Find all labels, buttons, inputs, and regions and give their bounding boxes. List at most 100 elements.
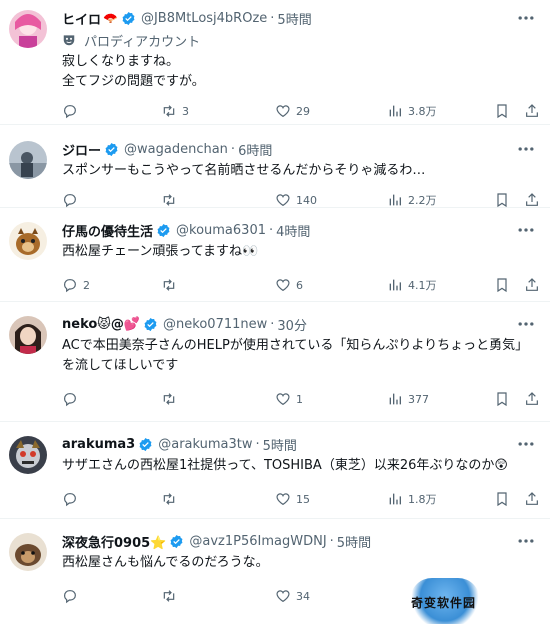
share-button[interactable] (524, 277, 540, 293)
avatar[interactable] (9, 436, 47, 474)
reply-icon (64, 194, 76, 208)
retweet-button[interactable] (161, 277, 182, 293)
display-name[interactable]: arakuma3 (62, 437, 135, 452)
reply-button[interactable]: 2 (62, 277, 90, 293)
views-button[interactable]: 3.8万 (387, 103, 437, 119)
display-name[interactable]: 深夜急行0905⭐ (62, 532, 166, 551)
tweet[interactable]: arakuma3 @arakuma3tw · 5時間 サザエさんの西松屋1社提供… (0, 422, 550, 519)
retweet-count: 3 (182, 104, 189, 118)
views-button[interactable]: 377 (387, 391, 429, 407)
timestamp[interactable]: 30分 (277, 315, 307, 334)
bookmark-icon (497, 392, 507, 407)
share-button[interactable] (524, 103, 540, 119)
like-button[interactable]: 1 (275, 391, 303, 407)
view-count: 1.8万 (408, 493, 437, 506)
views-button[interactable]: 1.8万 (387, 491, 437, 507)
reply-icon (64, 105, 76, 119)
handle[interactable]: @neko0711new (163, 317, 267, 332)
share-icon (526, 492, 538, 505)
tweet-header: ジロー @wagadenchan · 6時間 (62, 139, 534, 159)
separator-dot: · (329, 533, 334, 549)
like-count: 1 (296, 392, 303, 406)
reply-button[interactable] (62, 192, 83, 208)
bookmark-button[interactable] (494, 491, 510, 507)
more-dots-icon[interactable] (516, 531, 536, 551)
views-chart-icon (389, 279, 401, 291)
reply-button[interactable] (62, 391, 83, 407)
verified-badge-icon (169, 534, 184, 549)
tweet[interactable]: ジロー @wagadenchan · 6時間 スポンサーもこうやって名前晒させる… (0, 125, 550, 208)
like-count: 15 (296, 492, 310, 506)
views-chart-icon (389, 493, 401, 505)
like-button[interactable]: 29 (275, 103, 310, 119)
like-button[interactable]: 15 (275, 491, 310, 507)
more-dots-icon[interactable] (516, 8, 536, 28)
share-button[interactable] (524, 192, 540, 208)
handle[interactable]: @JB8MtLosj4bROze (141, 11, 267, 26)
tweet-header: arakuma3 @arakuma3tw · 5時間 (62, 434, 534, 454)
heart-icon (276, 493, 290, 506)
tweet-header: 深夜急行0905⭐ @avz1P56ImagWDNJ · 5時間 (62, 531, 534, 551)
tweet-actions: 1 377 (62, 384, 538, 418)
tweet[interactable]: 仔馬の優待生活 @kouma6301 · 4時間 西松屋チェーン頑張ってますね👀… (0, 208, 550, 302)
bookmark-button[interactable] (494, 192, 510, 208)
retweet-button[interactable] (161, 192, 182, 208)
like-button[interactable]: 6 (275, 277, 303, 293)
share-button[interactable] (524, 491, 540, 507)
like-button[interactable]: 34 (275, 588, 310, 604)
display-name[interactable]: ジロー (62, 140, 101, 159)
tweet-text: 西松屋さんも悩んでるのだろうな。 (62, 555, 269, 570)
timestamp[interactable]: 6時間 (238, 140, 272, 159)
more-dots-icon[interactable] (516, 434, 536, 454)
display-name[interactable]: neko😾@💕 (62, 317, 140, 332)
tweet-text: サザエさんの西松屋1社提供って、TOSHIBA（東芝）以来26年ぶりなのか😲 (62, 458, 508, 473)
bookmark-button[interactable] (494, 391, 510, 407)
handle[interactable]: @avz1P56ImagWDNJ (189, 534, 326, 549)
display-name[interactable]: ヒイロ (62, 9, 101, 28)
avatar[interactable] (9, 222, 47, 260)
like-button[interactable]: 140 (275, 192, 317, 208)
timestamp[interactable]: 5時間 (337, 532, 371, 551)
reply-button[interactable] (62, 491, 83, 507)
more-dots-icon[interactable] (516, 139, 536, 159)
tweet[interactable]: ヒイロ 🪭 @JB8MtLosj4bROze · 5時間 パロディアカウント 寂… (0, 0, 550, 125)
handle[interactable]: @arakuma3tw (158, 437, 252, 452)
avatar[interactable] (9, 533, 47, 571)
views-button[interactable]: 4.1万 (387, 277, 437, 293)
more-dots-icon[interactable] (516, 220, 536, 240)
avatar[interactable] (9, 316, 47, 354)
display-name[interactable]: 仔馬の優待生活 (62, 221, 153, 240)
retweet-button[interactable] (161, 491, 182, 507)
views-button[interactable]: 2.2万 (387, 192, 437, 208)
handle[interactable]: @wagadenchan (124, 142, 228, 157)
view-count: 377 (408, 392, 429, 406)
tweet[interactable]: neko😾@💕 @neko0711new · 30分 ACで本田美奈子さんのHE… (0, 302, 550, 422)
share-button[interactable] (524, 391, 540, 407)
handle[interactable]: @kouma6301 (176, 223, 266, 238)
heart-icon (276, 279, 290, 292)
views-chart-icon (389, 393, 401, 405)
avatar[interactable] (9, 10, 47, 48)
retweet-button[interactable] (161, 588, 182, 604)
retweet-icon (163, 590, 175, 602)
bookmark-button[interactable] (494, 277, 510, 293)
retweet-icon (163, 194, 175, 206)
more-dots-icon[interactable] (516, 314, 536, 334)
retweet-icon (163, 493, 175, 505)
timestamp[interactable]: 5時間 (263, 435, 297, 454)
reply-button[interactable] (62, 103, 83, 119)
tweet-header: neko😾@💕 @neko0711new · 30分 (62, 314, 534, 334)
tweet-text: ACで本田美奈子さんのHELPが使用されている「知らんぷりよりちょっと勇気」を流… (62, 338, 522, 373)
timeline: ヒイロ 🪭 @JB8MtLosj4bROze · 5時間 パロディアカウント 寂… (0, 0, 550, 626)
mask-icon (63, 35, 75, 46)
retweet-button[interactable]: 3 (161, 103, 189, 119)
reply-icon (64, 493, 76, 507)
retweet-button[interactable] (161, 391, 182, 407)
reply-button[interactable] (62, 588, 83, 604)
timestamp[interactable]: 4時間 (276, 221, 310, 240)
timestamp[interactable]: 5時間 (277, 9, 311, 28)
bookmark-button[interactable] (494, 103, 510, 119)
verified-badge-icon (104, 142, 119, 157)
reply-count: 2 (83, 278, 90, 292)
avatar[interactable] (9, 141, 47, 179)
